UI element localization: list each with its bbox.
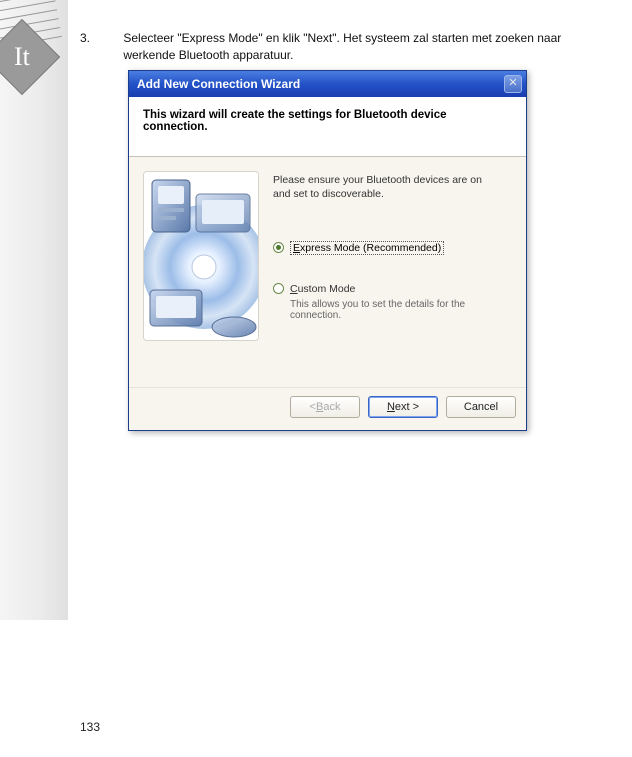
radio-custom-subtext: This allows you to set the details for t… bbox=[290, 299, 500, 321]
radio-icon bbox=[273, 242, 284, 253]
page-content: 3. Selecteer "Express Mode" en klik "Nex… bbox=[80, 30, 620, 431]
options-panel: Please ensure your Bluetooth devices are… bbox=[273, 171, 512, 347]
radio-custom-label: Custom Mode bbox=[290, 283, 355, 295]
radio-express-label: Express Mode (Recommended) bbox=[290, 241, 444, 255]
intro-text: Please ensure your Bluetooth devices are… bbox=[273, 173, 483, 201]
wizard-heading: This wizard will create the settings for… bbox=[129, 97, 526, 157]
close-button[interactable]: ✕ bbox=[504, 75, 522, 93]
instruction-step: 3. Selecteer "Express Mode" en klik "Nex… bbox=[80, 30, 620, 64]
radio-icon bbox=[273, 283, 284, 294]
side-banner: It bbox=[0, 0, 68, 620]
cancel-button[interactable]: Cancel bbox=[446, 396, 516, 418]
language-badge-text: It bbox=[14, 42, 30, 72]
back-button: < Back bbox=[290, 396, 360, 418]
wizard-footer: < Back Next > Cancel bbox=[129, 387, 526, 430]
next-button[interactable]: Next > bbox=[368, 396, 438, 418]
radio-custom[interactable]: Custom Mode bbox=[273, 283, 512, 295]
wizard-illustration bbox=[143, 171, 259, 341]
radio-express[interactable]: Express Mode (Recommended) bbox=[273, 241, 512, 255]
wizard-body: Please ensure your Bluetooth devices are… bbox=[129, 157, 526, 387]
titlebar: Add New Connection Wizard ✕ bbox=[129, 71, 526, 97]
wizard-window: Add New Connection Wizard ✕ This wizard … bbox=[128, 70, 527, 431]
page-number: 133 bbox=[80, 720, 100, 734]
window-title: Add New Connection Wizard bbox=[137, 77, 300, 91]
step-text: Selecteer "Express Mode" en klik "Next".… bbox=[123, 30, 603, 64]
close-icon: ✕ bbox=[508, 77, 517, 89]
step-number: 3. bbox=[80, 30, 120, 47]
